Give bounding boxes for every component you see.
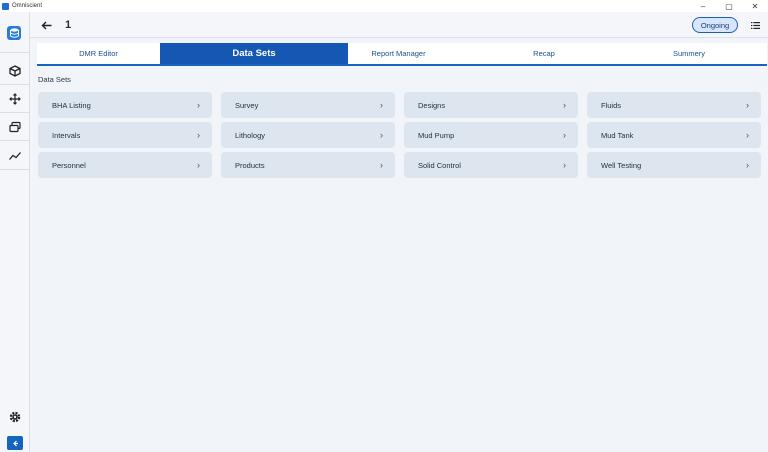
dataset-card-solid-control[interactable]: Solid Control › — [404, 152, 578, 178]
dataset-card-label: Personnel — [52, 160, 86, 170]
dataset-card-label: Mud Pump — [418, 130, 455, 140]
section-title: Data Sets — [38, 75, 71, 84]
dataset-card-label: Designs — [418, 100, 446, 110]
chevron-right-icon: › — [563, 130, 566, 140]
page-header: 1 Ongoing — [30, 12, 768, 38]
window-controls: – ▢ ✕ — [690, 0, 768, 12]
chevron-right-icon: › — [563, 160, 566, 170]
gear-icon[interactable] — [7, 409, 23, 425]
tab-data-sets[interactable]: Data Sets — [160, 43, 348, 64]
sidebar — [0, 12, 30, 452]
move-icon[interactable] — [7, 91, 23, 107]
dataset-card-products[interactable]: Products › — [221, 152, 395, 178]
list-menu-icon[interactable] — [748, 17, 762, 33]
dataset-card-well-testing[interactable]: Well Testing › — [587, 152, 761, 178]
dataset-card-bha-listing[interactable]: BHA Listing › — [38, 92, 212, 118]
window-title: Omniscient — [12, 3, 43, 9]
minimize-button[interactable]: – — [690, 0, 716, 12]
status-badge[interactable]: Ongoing — [692, 17, 738, 33]
dataset-card-mud-tank[interactable]: Mud Tank › — [587, 122, 761, 148]
sidebar-divider — [0, 112, 30, 113]
tab-bar: DMR Editor Data Sets Report Manager Reca… — [37, 43, 767, 66]
dataset-grid: BHA Listing › Survey › Designs › Fluids › In… — [38, 92, 761, 178]
layers-icon[interactable] — [7, 119, 23, 135]
chevron-right-icon: › — [380, 160, 383, 170]
chevron-right-icon: › — [380, 130, 383, 140]
dataset-card-label: Mud Tank — [601, 130, 634, 140]
back-arrow-icon[interactable] — [38, 17, 54, 33]
dataset-card-label: Well Testing — [601, 160, 642, 170]
chevron-right-icon: › — [746, 130, 749, 140]
chevron-right-icon: › — [197, 100, 200, 110]
chevron-right-icon: › — [746, 100, 749, 110]
dataset-card-label: Products — [235, 160, 265, 170]
sidebar-divider — [0, 169, 30, 170]
dataset-card-intervals[interactable]: Intervals › — [38, 122, 212, 148]
trend-icon[interactable] — [7, 148, 23, 164]
dataset-card-label: Fluids — [601, 100, 622, 110]
app-logo-icon[interactable] — [7, 26, 21, 40]
page-title: 1 — [65, 19, 72, 31]
sidebar-divider — [0, 52, 30, 53]
dataset-card-label: Intervals — [52, 130, 81, 140]
cube-icon[interactable] — [7, 63, 23, 79]
chevron-right-icon: › — [746, 160, 749, 170]
sidebar-divider — [0, 140, 30, 141]
tab-report-manager[interactable]: Report Manager — [348, 43, 449, 64]
window-titlebar: Omniscient – ▢ ✕ — [0, 0, 768, 12]
dataset-card-fluids[interactable]: Fluids › — [587, 92, 761, 118]
tab-dmr-editor[interactable]: DMR Editor — [37, 43, 160, 64]
dataset-card-label: Survey — [235, 100, 259, 110]
dataset-card-label: Lithology — [235, 130, 266, 140]
dataset-card-label: BHA Listing — [52, 100, 91, 110]
dataset-card-survey[interactable]: Survey › — [221, 92, 395, 118]
dataset-card-personnel[interactable]: Personnel › — [38, 152, 212, 178]
sidebar-divider — [0, 84, 30, 85]
tab-summery[interactable]: Summery — [639, 43, 739, 64]
app-logo-icon — [2, 2, 9, 10]
restore-button[interactable]: ▢ — [716, 0, 742, 12]
chevron-right-icon: › — [197, 130, 200, 140]
chevron-right-icon: › — [563, 100, 566, 110]
dataset-card-label: Solid Control — [418, 160, 461, 170]
chevron-right-icon: › — [380, 100, 383, 110]
collapse-icon[interactable] — [7, 436, 23, 450]
chevron-right-icon: › — [197, 160, 200, 170]
dataset-card-designs[interactable]: Designs › — [404, 92, 578, 118]
dataset-card-lithology[interactable]: Lithology › — [221, 122, 395, 148]
close-button[interactable]: ✕ — [742, 0, 768, 12]
tab-recap[interactable]: Recap — [449, 43, 639, 64]
dataset-card-mud-pump[interactable]: Mud Pump › — [404, 122, 578, 148]
